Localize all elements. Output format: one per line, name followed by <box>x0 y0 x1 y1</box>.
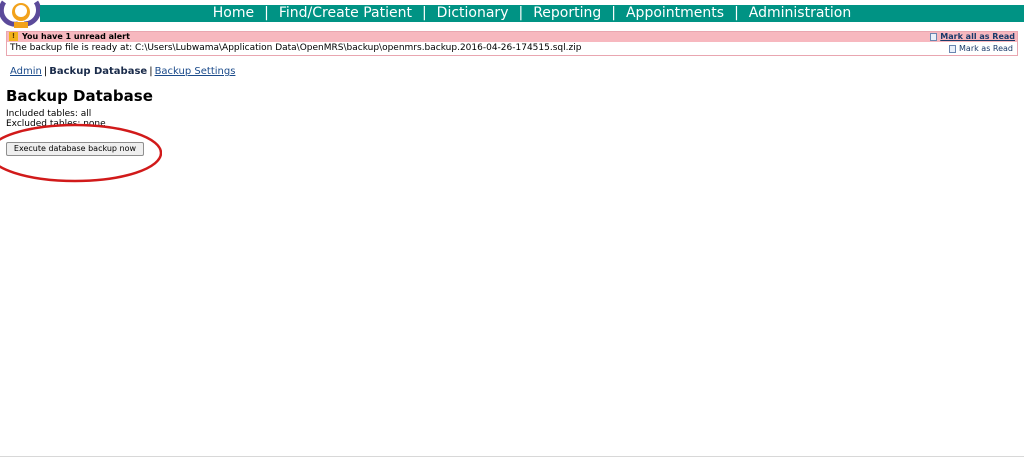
breadcrumb-admin-link[interactable]: Admin <box>10 66 42 77</box>
mark-as-read-label: Mark as Read <box>959 44 1013 53</box>
execute-backup-button[interactable]: Execute database backup now <box>6 142 144 156</box>
breadcrumb-backup-settings-link[interactable]: Backup Settings <box>155 66 236 77</box>
page-bottom-border <box>0 456 1024 457</box>
nav-administration[interactable]: Administration <box>739 5 861 22</box>
document-icon <box>930 33 938 41</box>
top-navigation: Home | Find/Create Patient | Dictionary … <box>40 5 1024 22</box>
alert-item: The backup file is ready at: C:\Users\Lu… <box>7 42 1017 55</box>
breadcrumb: Admin | Backup Database | Backup Settings <box>10 66 235 78</box>
alert-header: ! You have 1 unread alert Mark all as Re… <box>7 32 1017 42</box>
mark-as-read-link[interactable]: Mark as Read <box>949 42 1013 55</box>
alert-panel: ! You have 1 unread alert Mark all as Re… <box>6 31 1018 56</box>
nav-reporting[interactable]: Reporting <box>523 5 611 22</box>
nav-dictionary[interactable]: Dictionary <box>427 5 519 22</box>
alert-message: The backup file is ready at: C:\Users\Lu… <box>10 43 582 53</box>
openmrs-logo <box>0 0 41 28</box>
warning-icon: ! <box>9 32 18 41</box>
document-icon <box>949 44 957 53</box>
nav-home[interactable]: Home <box>203 5 264 22</box>
unread-alert-count: You have 1 unread alert <box>22 32 130 41</box>
mark-all-read-label: Mark all as Read <box>940 32 1015 41</box>
mark-all-read-link[interactable]: Mark all as Read <box>930 32 1015 42</box>
breadcrumb-current: Backup Database <box>49 66 148 77</box>
breadcrumb-separator: | <box>43 66 48 77</box>
excluded-tables-text: Excluded tables: none <box>6 119 106 129</box>
page-title: Backup Database <box>6 87 153 105</box>
breadcrumb-separator: | <box>149 66 153 77</box>
nav-appointments[interactable]: Appointments <box>616 5 734 22</box>
nav-find-create-patient[interactable]: Find/Create Patient <box>269 5 422 22</box>
